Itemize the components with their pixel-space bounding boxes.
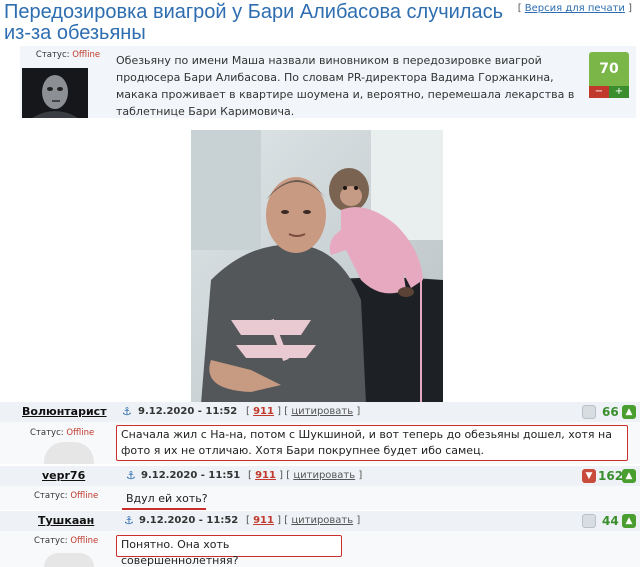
comment-body: Статус: Offline Вдул ей хоть?: [0, 486, 640, 510]
comment-score: 44: [602, 514, 619, 528]
vote-down-icon[interactable]: [582, 514, 596, 528]
article-header: Передозировка виагрой у Бари Алибасова с…: [0, 0, 640, 46]
vote-up-icon[interactable]: ▲: [622, 514, 636, 528]
commenter-avatar[interactable]: [44, 442, 94, 464]
comment-author[interactable]: Волюнтарист: [22, 405, 107, 418]
anchor-icon[interactable]: ⚓: [126, 469, 136, 482]
vote-up-icon[interactable]: ▲: [622, 469, 636, 483]
vote-down-icon[interactable]: ▼: [582, 469, 596, 483]
vote-up-icon[interactable]: ▲: [622, 405, 636, 419]
comment-author[interactable]: Тушкаан: [38, 514, 94, 527]
comment-number-link[interactable]: 911: [253, 406, 274, 417]
comment-header: Тушкаан ⚓ 9.12.2020 - 11:52 [ 911 ] [ ци…: [0, 511, 640, 531]
article-photo: [191, 130, 443, 404]
comment-text: Сначала жил с На-на, потом с Шукшиной, и…: [116, 425, 628, 461]
comment-author[interactable]: vepr76: [42, 469, 85, 482]
anchor-icon[interactable]: ⚓: [124, 514, 134, 527]
comment-links: [ 911 ] [ цитировать ]: [246, 515, 361, 526]
comment-number-link[interactable]: 911: [253, 515, 274, 526]
photo-man-with-monkey: [191, 130, 443, 404]
vote-down-icon[interactable]: [582, 405, 596, 419]
avatar-image: [22, 68, 88, 118]
comment-status: Статус: Offline: [34, 491, 99, 501]
comment-body: Статус: Offline Понятно. Она хоть соверш…: [0, 531, 640, 567]
quote-link[interactable]: цитировать: [293, 470, 355, 481]
article-body: Обезьяну по имени Маша назвали виновнико…: [116, 54, 575, 118]
commenter-avatar[interactable]: [44, 553, 94, 567]
rating-value: 70: [589, 52, 629, 86]
article-post: Статус: Offline Обезьяну по имени Маша н…: [20, 46, 636, 118]
comment-body: Статус: Offline Сначала жил с На-на, пот…: [0, 422, 640, 464]
highlight-underline: [122, 508, 206, 510]
author-avatar[interactable]: [22, 68, 88, 118]
comment-score: 162: [598, 469, 624, 483]
print-version: [ Версия для печати ]: [517, 3, 632, 14]
article-rating: 70 − +: [589, 52, 629, 98]
print-version-link[interactable]: Версия для печати: [525, 3, 625, 14]
comment-header: vepr76 ⚓ 9.12.2020 - 11:51 [ 911 ] [ цит…: [0, 466, 640, 486]
comment-status: Статус: Offline: [30, 428, 95, 438]
article-title: Передозировка виагрой у Бари Алибасова с…: [4, 1, 504, 44]
comment-date: 9.12.2020 - 11:52: [139, 515, 239, 526]
anchor-icon[interactable]: ⚓: [122, 405, 132, 418]
rating-plus-button[interactable]: +: [609, 86, 629, 98]
comment-date: 9.12.2020 - 11:51: [141, 470, 241, 481]
comment-date: 9.12.2020 - 11:52: [138, 406, 238, 417]
comment-score: 66: [602, 405, 619, 419]
comment-links: [ 911 ] [ цитировать ]: [246, 406, 361, 417]
comment-links: [ 911 ] [ цитировать ]: [248, 470, 363, 481]
rating-minus-button[interactable]: −: [589, 86, 609, 98]
comment-text: Понятно. Она хоть совершеннолетняя?: [116, 535, 342, 567]
author-status: Статус: Offline: [35, 50, 101, 60]
quote-link[interactable]: цитировать: [291, 406, 353, 417]
comment-number-link[interactable]: 911: [255, 470, 276, 481]
quote-link[interactable]: цитировать: [291, 515, 353, 526]
comment-status: Статус: Offline: [34, 536, 99, 546]
comment-text: Вдул ей хоть?: [126, 492, 208, 505]
comment-header: Волюнтарист ⚓ 9.12.2020 - 11:52 [ 911 ] …: [0, 402, 640, 422]
